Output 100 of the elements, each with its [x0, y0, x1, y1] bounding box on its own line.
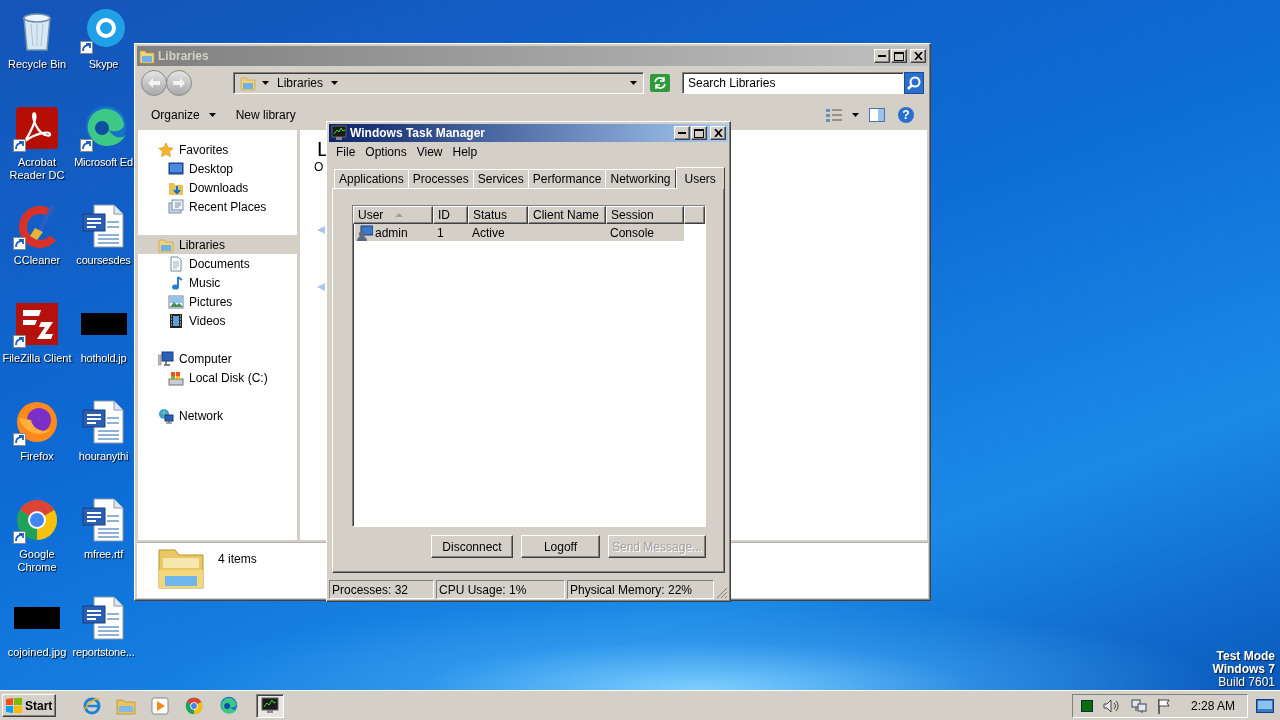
library-icon — [158, 236, 174, 253]
show-desktop-icon — [1256, 698, 1274, 713]
maximize-button[interactable] — [891, 49, 907, 63]
icon-label: houranythi — [78, 450, 129, 463]
start-button[interactable]: Start — [2, 694, 56, 717]
icon-label: Acrobat Reader DC — [8, 156, 66, 182]
tab[interactable]: Users — [675, 167, 725, 189]
ftp-client-icon — [13, 300, 61, 348]
network-status-icon[interactable] — [1130, 697, 1147, 714]
tab[interactable]: Performance — [527, 169, 607, 188]
navigation-item[interactable]: Desktop — [138, 159, 297, 178]
menu-item[interactable]: Help — [447, 144, 483, 160]
navigation-item[interactable]: Documents — [138, 254, 297, 273]
window-title: Windows Task Manager — [350, 126, 487, 140]
icon-label: Skype — [88, 58, 119, 71]
expand-arrow-icon — [317, 283, 325, 291]
flag-icon[interactable] — [1156, 697, 1171, 714]
navigation-item[interactable]: Libraries — [138, 235, 297, 254]
search-button[interactable] — [904, 72, 924, 94]
navigation-item[interactable]: Local Disk (C:) — [138, 368, 297, 387]
show-desktop-button[interactable] — [1256, 698, 1274, 713]
clock[interactable]: 2:28 AM — [1190, 698, 1235, 713]
icon-label: hothold.jp — [80, 352, 127, 365]
column-header[interactable]: Session — [606, 206, 684, 224]
expand-arrow-icon — [317, 226, 325, 234]
navigation-item[interactable]: Music — [138, 273, 297, 292]
maximize-button[interactable] — [691, 126, 707, 140]
icon-label: reportstone... — [72, 646, 135, 659]
menu-item[interactable]: Options — [360, 144, 412, 160]
icon-label: Firefox — [20, 450, 54, 463]
list-row[interactable]: admin 1 Active Console — [355, 224, 684, 241]
navigation-item[interactable]: Favorites — [138, 140, 297, 159]
column-header[interactable]: Status — [468, 206, 528, 224]
recent-places-icon — [168, 198, 184, 215]
refresh-icon — [650, 74, 670, 92]
system-info-text: Test Mode — [1216, 650, 1275, 663]
icon-label: coursesdes — [76, 254, 131, 267]
column-header[interactable]: User — [353, 206, 433, 224]
caret-icon[interactable] — [331, 81, 339, 85]
status-text: CPU Usage: 1% — [436, 580, 565, 599]
sort-arrow-icon — [395, 213, 404, 217]
desktop-icon — [168, 160, 184, 177]
back-arrow-icon — [148, 78, 160, 88]
library-icon — [139, 48, 155, 64]
close-button[interactable] — [910, 49, 926, 63]
tab[interactable]: Services — [472, 169, 529, 188]
navigation-item[interactable]: Videos — [138, 311, 297, 330]
column-header[interactable]: ID — [433, 206, 468, 224]
resize-grip-icon[interactable] — [716, 587, 728, 599]
minimize-icon — [678, 132, 686, 134]
action-button[interactable]: Disconnect — [431, 535, 513, 558]
preview-pane-button[interactable] — [866, 105, 888, 125]
close-button[interactable] — [710, 126, 726, 140]
navigation-item[interactable]: Computer — [138, 349, 297, 368]
icon-label: Recycle Bin — [7, 58, 67, 71]
help-button[interactable]: ? — [898, 107, 914, 123]
system-info-text: Build 7601 — [1218, 676, 1275, 689]
caret-icon[interactable] — [630, 81, 637, 85]
preview-pane-icon — [869, 108, 885, 122]
action-button[interactable]: Logoff — [521, 535, 600, 558]
caret-icon — [208, 113, 216, 117]
menu-item[interactable]: File — [331, 144, 361, 160]
menu-item[interactable]: View — [411, 144, 448, 160]
caret-icon — [262, 81, 269, 85]
minimize-icon — [878, 55, 886, 57]
navigation-item[interactable]: Downloads — [138, 178, 297, 197]
toolbar-button[interactable]: New library — [227, 105, 304, 125]
computer-icon — [158, 350, 174, 367]
tab[interactable]: Applications — [334, 169, 409, 188]
table-cell: admin — [375, 225, 408, 240]
refresh-button[interactable] — [650, 74, 670, 92]
user-icon — [357, 224, 373, 241]
speaker-icon[interactable] — [1102, 698, 1121, 713]
icon-label: Microsoft Ed — [74, 156, 133, 169]
navigation-item[interactable]: Recent Places — [138, 197, 297, 216]
search-field[interactable]: Search Libraries — [682, 72, 904, 94]
close-icon — [913, 52, 923, 60]
toolbar-button[interactable]: Organize — [143, 105, 224, 125]
navigation-item[interactable]: Network — [138, 406, 297, 425]
column-header[interactable]: Client Name — [528, 206, 606, 224]
view-options-icon — [826, 108, 844, 122]
monitor-icon — [331, 125, 347, 141]
pdf-reader-icon — [13, 104, 61, 152]
windows-logo-icon — [6, 698, 22, 713]
status-text: Physical Memory: 22% — [567, 580, 714, 599]
back-button[interactable] — [141, 70, 167, 96]
forward-arrow-icon — [173, 78, 185, 88]
tab[interactable]: Processes — [407, 169, 474, 188]
address-segment[interactable]: Libraries — [275, 76, 326, 90]
minimize-button[interactable] — [874, 49, 890, 63]
window-title: Libraries — [158, 49, 210, 63]
minimize-button[interactable] — [674, 126, 690, 140]
address-bar[interactable]: Libraries — [233, 72, 644, 94]
status-square-icon[interactable] — [1080, 699, 1093, 712]
tab[interactable]: Networking — [605, 169, 676, 188]
picture-icon — [168, 293, 184, 310]
library-icon — [240, 75, 256, 91]
navigation-item[interactable]: Pictures — [138, 292, 297, 311]
forward-button[interactable] — [166, 70, 192, 96]
search-icon — [907, 76, 921, 90]
